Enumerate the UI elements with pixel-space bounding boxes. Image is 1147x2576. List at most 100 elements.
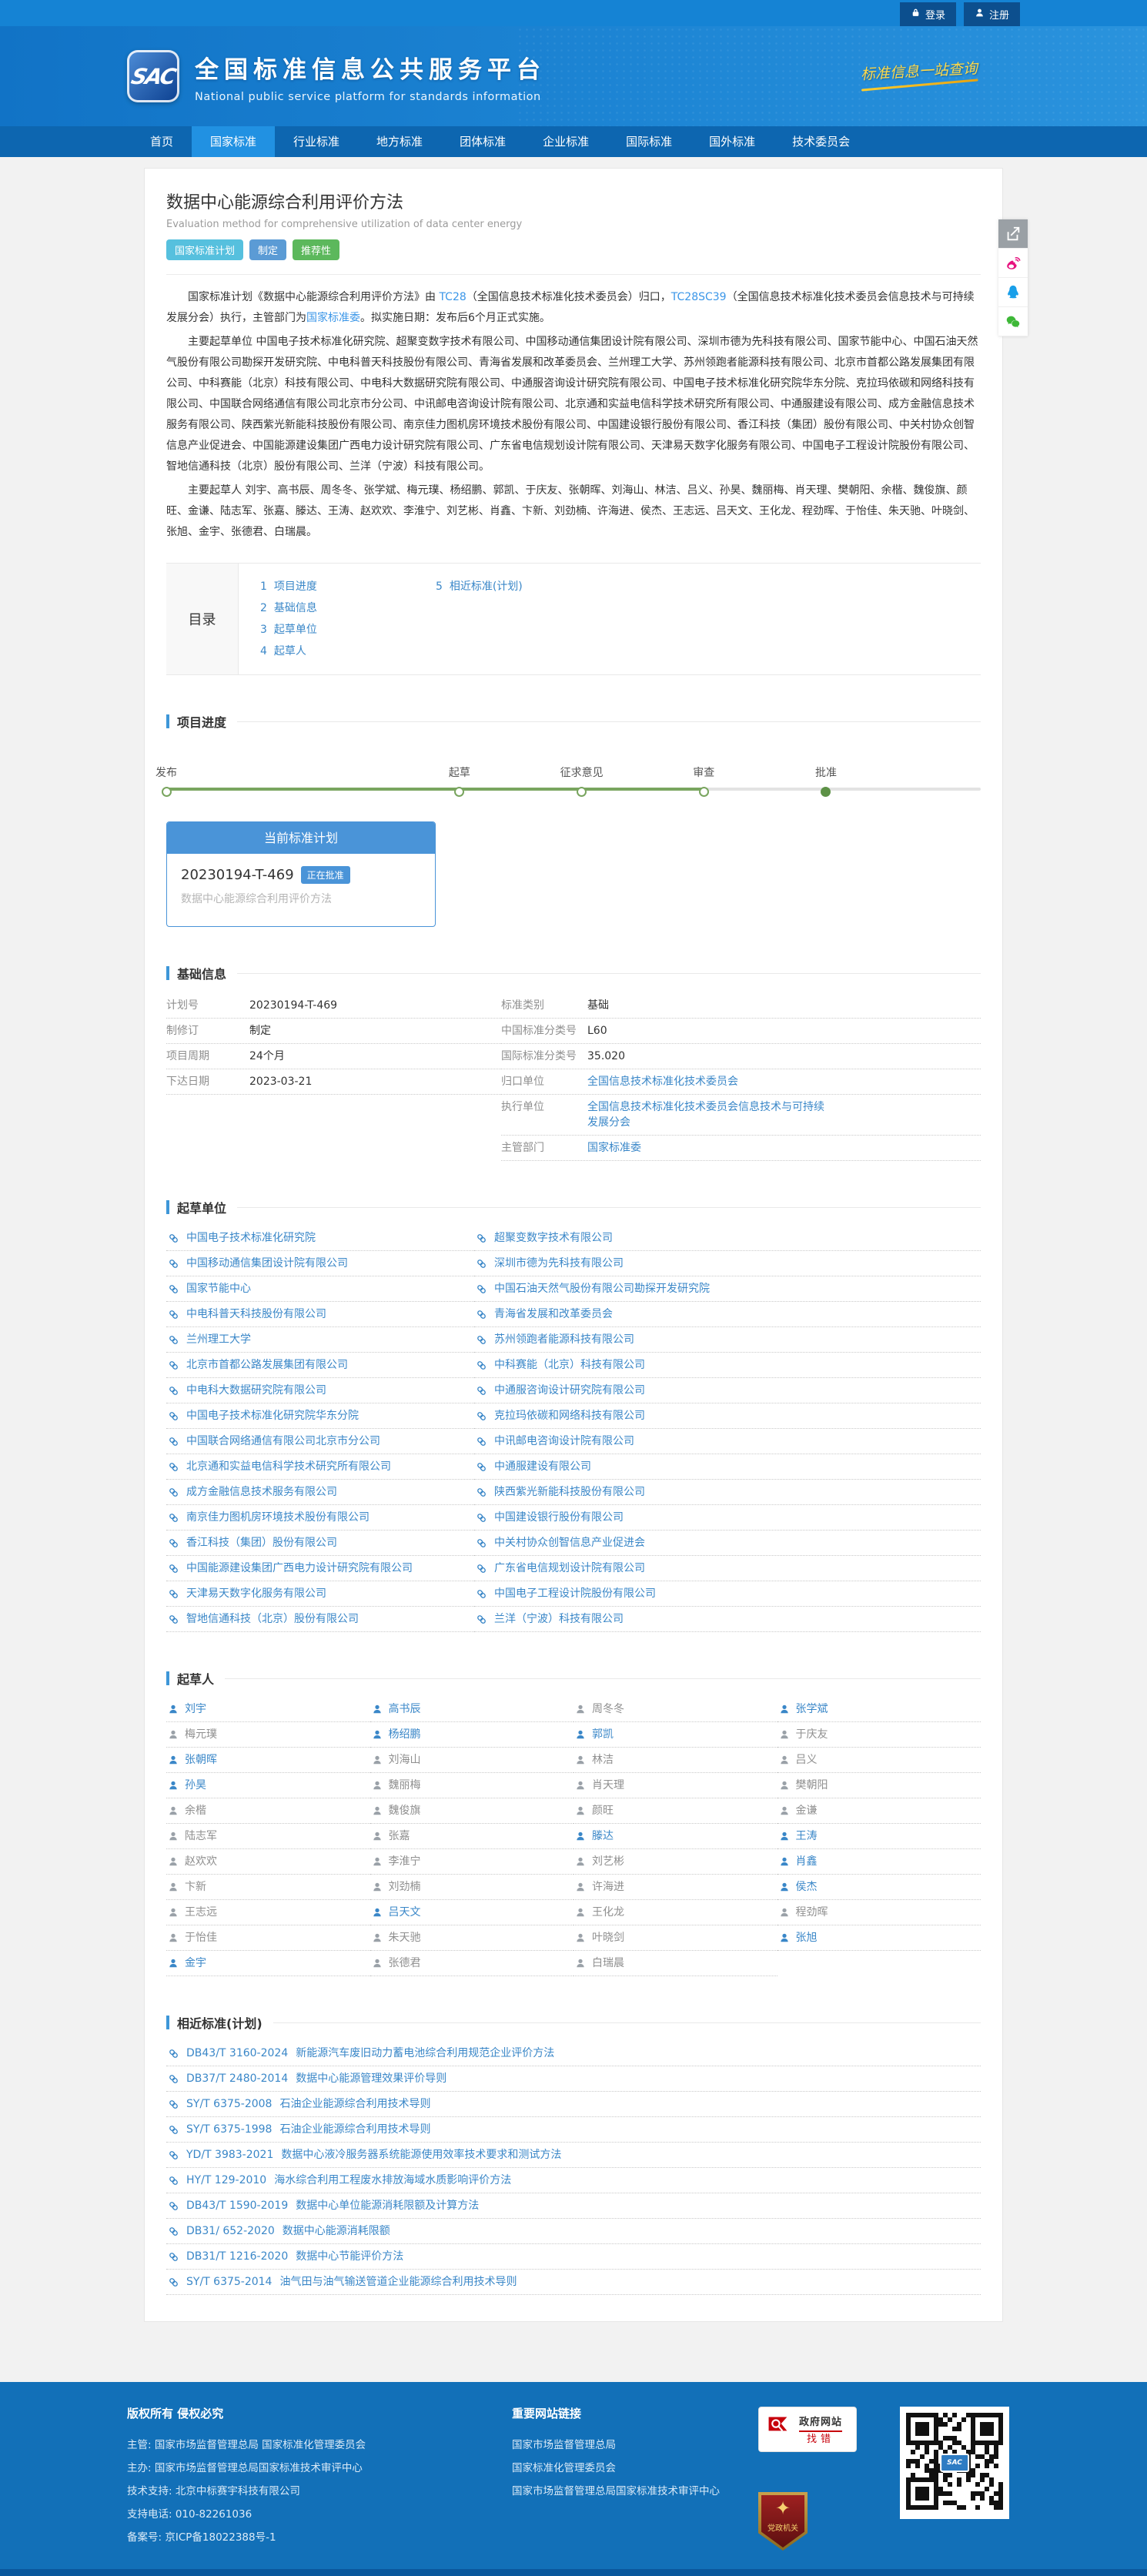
wechat-icon[interactable] bbox=[998, 307, 1028, 336]
unit-link[interactable]: 中讯邮电咨询设计院有限公司 bbox=[494, 1434, 634, 1449]
toc-link[interactable]: 1 项目进度 bbox=[260, 576, 436, 597]
unit-link[interactable]: 中通服咨询设计研究院有限公司 bbox=[494, 1383, 645, 1398]
unit-link[interactable]: 中国建设银行股份有限公司 bbox=[494, 1510, 624, 1525]
unit-link[interactable]: 广东省电信规划设计院有限公司 bbox=[494, 1561, 645, 1576]
drafter-name[interactable]: 魏俊旗 bbox=[389, 1803, 421, 1818]
drafter-name[interactable]: 梅元璞 bbox=[185, 1727, 217, 1742]
nav-item[interactable]: 国外标准 bbox=[691, 126, 774, 157]
drafter-name[interactable]: 金宇 bbox=[185, 1955, 206, 1971]
drafter-name[interactable]: 周冬冬 bbox=[592, 1701, 624, 1717]
related-standard-link[interactable]: DB43/T 3160-2024新能源汽车废旧动力蓄电池综合利用规范企业评价方法 bbox=[186, 2046, 554, 2061]
drafter-name[interactable]: 杨绍鹏 bbox=[389, 1727, 421, 1742]
unit-link[interactable]: 智地信通科技（北京）股份有限公司 bbox=[186, 1611, 359, 1627]
drafter-name[interactable]: 郭凯 bbox=[592, 1727, 614, 1742]
drafter-name[interactable]: 林洁 bbox=[592, 1752, 614, 1768]
unit-link[interactable]: 中国联合网络通信有限公司北京市分公司 bbox=[186, 1434, 380, 1449]
login-button[interactable]: 登录 bbox=[900, 2, 956, 26]
unit-link[interactable]: 国家节能中心 bbox=[186, 1281, 251, 1296]
unit-link[interactable]: 北京通和实益电信科学技术研究所有限公司 bbox=[186, 1459, 391, 1474]
unit-link[interactable]: 中国能源建设集团广西电力设计研究院有限公司 bbox=[186, 1561, 413, 1576]
link-tc28[interactable]: TC28 bbox=[439, 291, 466, 303]
drafter-name[interactable]: 颜旺 bbox=[592, 1803, 614, 1818]
drafter-name[interactable]: 侯杰 bbox=[796, 1879, 818, 1895]
info-value[interactable]: 基础 bbox=[587, 998, 609, 1013]
unit-link[interactable]: 中国移动通信集团设计院有限公司 bbox=[186, 1256, 348, 1271]
related-standard-link[interactable]: DB37/T 2480-2014数据中心能源管理效果评价导则 bbox=[186, 2071, 446, 2086]
unit-link[interactable]: 中国电子工程设计院股份有限公司 bbox=[494, 1586, 656, 1601]
drafter-name[interactable]: 肖天理 bbox=[592, 1778, 624, 1793]
drafter-name[interactable]: 王志远 bbox=[185, 1905, 217, 1920]
drafter-name[interactable]: 程劲晖 bbox=[796, 1905, 828, 1920]
toc-link[interactable]: 3 起草单位 bbox=[260, 619, 436, 641]
link-tc28sc39[interactable]: TC28SC39 bbox=[671, 291, 727, 303]
drafter-name[interactable]: 刘艺彬 bbox=[592, 1854, 624, 1869]
drafter-name[interactable]: 于庆友 bbox=[796, 1727, 828, 1742]
drafter-name[interactable]: 刘宇 bbox=[185, 1701, 206, 1717]
drafter-name[interactable]: 吕义 bbox=[796, 1752, 818, 1768]
related-standard-link[interactable]: DB43/T 1590-2019数据中心单位能源消耗限额及计算方法 bbox=[186, 2198, 479, 2213]
footer-site-link[interactable]: 国家市场监督管理总局 bbox=[512, 2434, 758, 2457]
gov-website-error-report-badge[interactable]: 政府网站 找错 bbox=[758, 2407, 857, 2452]
unit-link[interactable]: 成方金融信息技术服务有限公司 bbox=[186, 1484, 337, 1500]
drafter-name[interactable]: 张学斌 bbox=[796, 1701, 828, 1717]
link-standards-committee[interactable]: 国家标准委 bbox=[306, 312, 360, 324]
party-government-emblem[interactable]: ✦ 党政机关 bbox=[758, 2492, 808, 2551]
info-value[interactable]: 全国信息技术标准化技术委员会 bbox=[587, 1074, 738, 1089]
related-standard-link[interactable]: SY/T 6375-1998石油企业能源综合利用技术导则 bbox=[186, 2122, 430, 2137]
drafter-name[interactable]: 李淮宁 bbox=[389, 1854, 421, 1869]
footer-site-link[interactable]: 国家标准化管理委员会 bbox=[512, 2457, 758, 2480]
unit-link[interactable]: 兰洋（宁波）科技有限公司 bbox=[494, 1611, 624, 1627]
drafter-name[interactable]: 卞新 bbox=[185, 1879, 206, 1895]
unit-link[interactable]: 克拉玛依碳和网络科技有限公司 bbox=[494, 1408, 645, 1423]
unit-link[interactable]: 中国石油天然气股份有限公司勘探开发研究院 bbox=[494, 1281, 710, 1296]
unit-link[interactable]: 中电科大数据研究院有限公司 bbox=[186, 1383, 326, 1398]
drafter-name[interactable]: 叶晓剑 bbox=[592, 1930, 624, 1945]
unit-link[interactable]: 中国电子技术标准化研究院 bbox=[186, 1230, 316, 1246]
unit-link[interactable]: 兰州理工大学 bbox=[186, 1332, 251, 1347]
drafter-name[interactable]: 于怡佳 bbox=[185, 1930, 217, 1945]
nav-item[interactable]: 技术委员会 bbox=[774, 126, 868, 157]
drafter-name[interactable]: 吕天文 bbox=[389, 1905, 421, 1920]
drafter-name[interactable]: 金谦 bbox=[796, 1803, 818, 1818]
nav-item[interactable]: 首页 bbox=[132, 126, 192, 157]
unit-link[interactable]: 超聚变数字技术有限公司 bbox=[494, 1230, 613, 1246]
sac-logo[interactable]: SAC bbox=[127, 50, 179, 102]
nav-item[interactable]: 国家标准 bbox=[192, 126, 275, 157]
unit-link[interactable]: 中电科普天科技股份有限公司 bbox=[186, 1306, 326, 1322]
drafter-name[interactable]: 魏丽梅 bbox=[389, 1778, 421, 1793]
register-button[interactable]: 注册 bbox=[964, 2, 1020, 26]
footer-site-link[interactable]: 国家市场监督管理总局国家标准技术审评中心 bbox=[512, 2480, 758, 2503]
drafter-name[interactable]: 孙昊 bbox=[185, 1778, 206, 1793]
drafter-name[interactable]: 陆志军 bbox=[185, 1828, 217, 1844]
related-standard-link[interactable]: DB31/T 1216-2020数据中心节能评价方法 bbox=[186, 2249, 403, 2264]
unit-link[interactable]: 苏州领跑者能源科技有限公司 bbox=[494, 1332, 634, 1347]
unit-link[interactable]: 中通服建设有限公司 bbox=[494, 1459, 591, 1474]
drafter-name[interactable]: 张德君 bbox=[389, 1955, 421, 1971]
share-icon[interactable] bbox=[998, 219, 1028, 249]
toc-link[interactable]: 5 相近标准(计划) bbox=[436, 576, 611, 597]
related-standard-link[interactable]: SY/T 6375-2014油气田与油气输送管道企业能源综合利用技术导则 bbox=[186, 2274, 517, 2290]
qq-icon[interactable] bbox=[998, 278, 1028, 307]
drafter-name[interactable]: 许海进 bbox=[592, 1879, 624, 1895]
nav-item[interactable]: 国际标准 bbox=[607, 126, 691, 157]
drafter-name[interactable]: 樊朝阳 bbox=[796, 1778, 828, 1793]
unit-link[interactable]: 北京市首都公路发展集团有限公司 bbox=[186, 1357, 348, 1373]
drafter-name[interactable]: 王涛 bbox=[796, 1828, 818, 1844]
info-value[interactable]: 全国信息技术标准化技术委员会信息技术与可持续发展分会 bbox=[587, 1099, 834, 1130]
weibo-icon[interactable] bbox=[998, 249, 1028, 278]
info-value[interactable]: 35.020 bbox=[587, 1049, 625, 1064]
drafter-name[interactable]: 刘海山 bbox=[389, 1752, 421, 1768]
unit-link[interactable]: 中国电子技术标准化研究院华东分院 bbox=[186, 1408, 359, 1423]
drafter-name[interactable]: 滕达 bbox=[592, 1828, 614, 1844]
drafter-name[interactable]: 朱天驰 bbox=[389, 1930, 421, 1945]
info-value[interactable]: 国家标准委 bbox=[587, 1140, 641, 1156]
unit-link[interactable]: 南京佳力图机房环境技术股份有限公司 bbox=[186, 1510, 370, 1525]
toc-link[interactable]: 4 起草人 bbox=[260, 641, 436, 662]
related-standard-link[interactable]: YD/T 3983-2021数据中心液冷服务器系统能源使用效率技术要求和测试方法 bbox=[186, 2147, 561, 2163]
info-value[interactable]: L60 bbox=[587, 1023, 607, 1039]
unit-link[interactable]: 中关村协众创智信息产业促进会 bbox=[494, 1535, 645, 1551]
nav-item[interactable]: 行业标准 bbox=[275, 126, 358, 157]
unit-link[interactable]: 中科赛能（北京）科技有限公司 bbox=[494, 1357, 645, 1373]
related-standard-link[interactable]: HY/T 129-2010海水综合利用工程废水排放海域水质影响评价方法 bbox=[186, 2173, 511, 2188]
related-standard-link[interactable]: SY/T 6375-2008石油企业能源综合利用技术导则 bbox=[186, 2096, 430, 2112]
